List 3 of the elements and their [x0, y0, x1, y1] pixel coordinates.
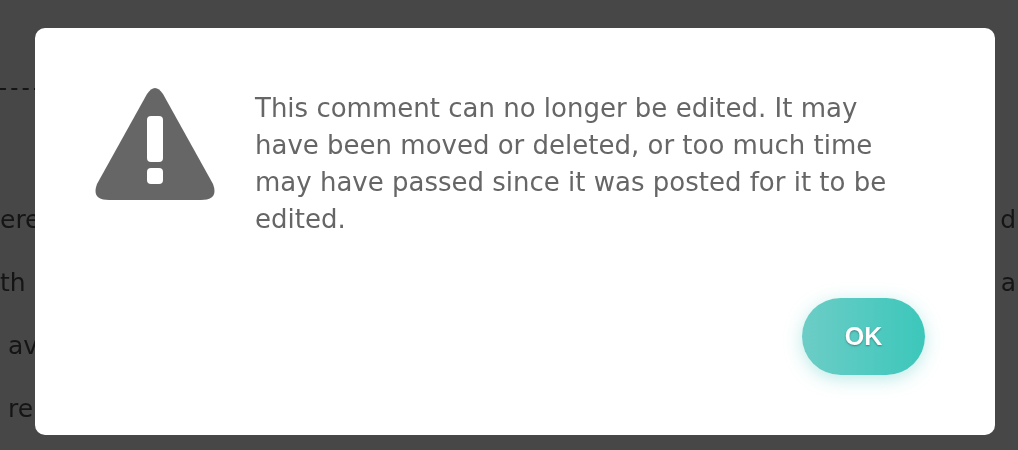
alert-message: This comment can no longer be edited. It may have been moved or deleted, or too much time may have passed since it was posted for it to be edited. — [255, 92, 888, 236]
ok-button[interactable]: OK — [802, 298, 925, 375]
warning-icon — [95, 88, 215, 200]
